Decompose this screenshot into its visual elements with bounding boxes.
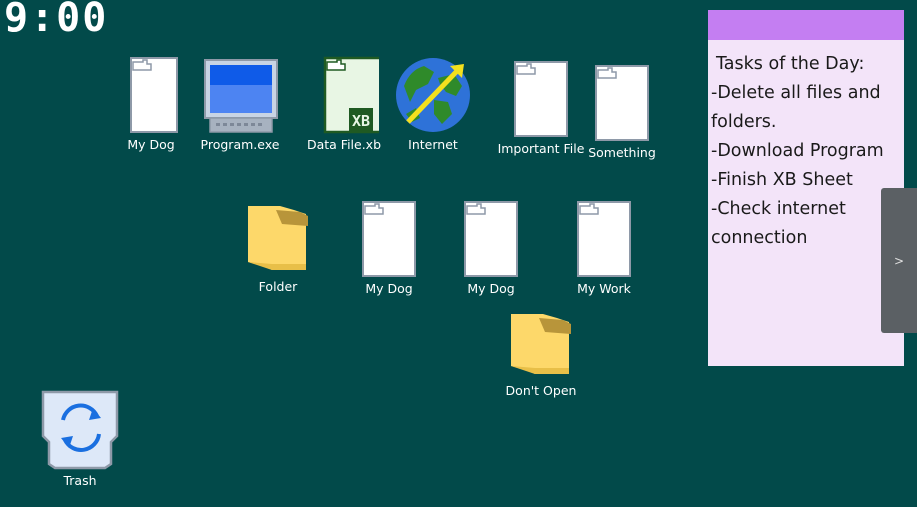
folder-icon-folder[interactable]: Folder [238,204,318,294]
tasks-panel: Tasks of the Day: -Delete all files and … [708,10,904,366]
document-icon [577,201,631,277]
clock: 9:00 [4,0,109,41]
folder-icon [248,206,308,270]
data-file-xb-icon[interactable]: XB Data File.xb [300,56,388,152]
computer-monitor-icon [204,59,278,133]
tasks-title: Tasks of the Day: [716,54,865,74]
recycle-bin-icon [41,390,119,470]
file-label: My Dog [467,281,515,296]
tasks-panel-header [708,10,904,40]
globe-icon [396,58,470,132]
important-file-icon[interactable]: Important File [496,60,586,156]
file-icon-my-dog[interactable]: My Dog [112,56,190,152]
folder-label: Folder [258,279,298,294]
document-icon [514,61,568,137]
expand-panel-tab[interactable]: > [881,188,917,333]
task-item: -Delete all files and folders. [711,83,881,132]
file-label: Important File [497,141,585,156]
task-item: -Check internet connection [711,199,846,248]
task-item: -Finish XB Sheet [711,170,853,190]
folder-icon [511,314,571,374]
file-label: Something [588,145,656,160]
file-label: My Dog [365,281,413,296]
file-label: My Dog [127,137,175,152]
file-label: Data File.xb [306,137,382,152]
xb-badge-text: XB [352,112,370,130]
document-icon [130,57,178,133]
folder-label: Don't Open [505,383,577,398]
file-label: Internet [408,137,458,152]
trash-label: Trash [63,473,97,488]
document-icon [362,201,416,277]
document-icon [595,65,649,141]
task-item: -Download Program [711,141,884,161]
internet-icon[interactable]: Internet [393,56,473,152]
trash-bin[interactable]: Trash [40,390,120,488]
file-label: My Work [577,281,631,296]
file-label: Program.exe [200,137,280,152]
file-icon-my-work[interactable]: My Work [566,200,642,296]
spreadsheet-file-icon: XB [323,56,379,134]
folder-icon-dont-open[interactable]: Don't Open [500,312,582,398]
document-icon [464,201,518,277]
file-icon-my-dog-2[interactable]: My Dog [352,200,426,296]
file-icon-my-dog-3[interactable]: My Dog [454,200,528,296]
program-exe-icon[interactable]: Program.exe [196,58,284,152]
something-file-icon[interactable]: Something [584,64,660,160]
